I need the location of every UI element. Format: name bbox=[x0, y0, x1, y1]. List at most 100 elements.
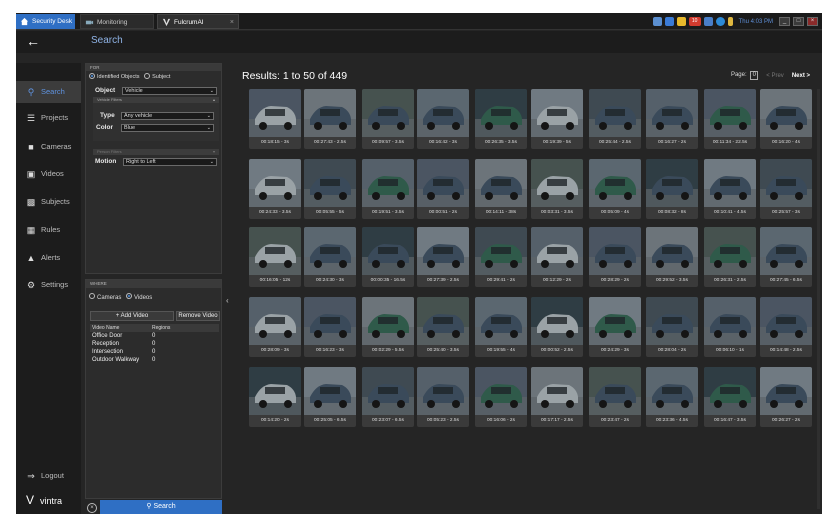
color-select[interactable]: Blue ⌄ bbox=[121, 124, 214, 132]
table-row[interactable]: Outdoor Walkway 0 bbox=[90, 356, 219, 364]
id-card-icon: ▩ bbox=[26, 197, 36, 207]
result-thumbnail[interactable]: 00:00:52 - 2.5s bbox=[531, 297, 583, 357]
object-select[interactable]: Vehicle ⌄ bbox=[122, 87, 217, 95]
sidebar-item-settings[interactable]: ⚙ Settings bbox=[16, 274, 81, 296]
result-thumbnail[interactable]: 00:23:07 - 6.5s bbox=[362, 367, 414, 427]
result-thumbnail[interactable]: 00:19:39 - 5s bbox=[531, 89, 583, 149]
result-thumbnail[interactable]: 00:16:42 - 3s bbox=[417, 89, 469, 149]
vehicle-image bbox=[531, 367, 583, 415]
thumbnail-caption: 00:08:32 - 8s bbox=[657, 210, 686, 215]
result-thumbnail[interactable]: 00:29:41 - 2s bbox=[475, 227, 527, 287]
result-thumbnail[interactable]: 00:25:40 - 3.5s bbox=[417, 297, 469, 357]
motion-select[interactable]: Right to Left ⌄ bbox=[123, 158, 217, 166]
result-thumbnail[interactable]: 00:11:34 - 22.5s bbox=[704, 89, 756, 149]
result-thumbnail[interactable]: 00:26:27 - 2s bbox=[760, 367, 812, 427]
table-row[interactable]: Office Door 0 bbox=[90, 332, 219, 340]
result-thumbnail[interactable]: 00:06:10 - 1s bbox=[704, 297, 756, 357]
result-thumbnail[interactable]: 00:25:57 - 3s bbox=[760, 159, 812, 219]
result-thumbnail[interactable]: 00:05:55 - 5s bbox=[304, 159, 356, 219]
back-arrow-icon[interactable]: ← bbox=[26, 33, 40, 49]
sidebar-item-rules[interactable]: ▦ Rules bbox=[16, 219, 81, 241]
close-icon[interactable]: × bbox=[230, 15, 234, 30]
logout-button[interactable]: ⇒ Logout bbox=[16, 465, 81, 487]
result-thumbnail[interactable]: 00:03:31 - 3.5s bbox=[531, 159, 583, 219]
result-thumbnail[interactable]: 00:08:32 - 8s bbox=[646, 159, 698, 219]
result-thumbnail[interactable]: 00:23:36 - 4.5s bbox=[646, 367, 698, 427]
result-thumbnail[interactable]: 00:14:11 - 38s bbox=[475, 159, 527, 219]
result-thumbnail[interactable]: 00:28:04 - 2s bbox=[646, 297, 698, 357]
remove-video-button[interactable]: Remove Video bbox=[176, 311, 220, 321]
result-thumbnail[interactable]: 00:16:05 - 12s bbox=[249, 227, 301, 287]
results-scrollbar[interactable] bbox=[817, 89, 820, 509]
result-thumbnail[interactable]: 00:02:29 - 5.5s bbox=[362, 297, 414, 357]
result-thumbnail[interactable]: 00:16:47 - 3.5s bbox=[704, 367, 756, 427]
prev-button[interactable]: < Prev bbox=[766, 73, 784, 79]
cameras-radio[interactable]: Cameras bbox=[89, 293, 121, 301]
sidebar-item-cameras[interactable]: ■ Cameras bbox=[16, 136, 81, 158]
monitor-icon[interactable] bbox=[652, 17, 662, 26]
result-thumbnail[interactable]: 00:05:09 - 4s bbox=[589, 159, 641, 219]
result-thumbnail[interactable]: 00:25:05 - 6.5s bbox=[304, 367, 356, 427]
result-thumbnail[interactable]: 00:18:15 - 3s bbox=[249, 89, 301, 149]
videos-radio[interactable]: Videos bbox=[126, 293, 152, 301]
result-thumbnail[interactable]: 00:29:52 - 3.5s bbox=[646, 227, 698, 287]
tab-fulcrumai[interactable]: FulcrumAI × bbox=[157, 14, 239, 29]
result-thumbnail[interactable]: 00:24:30 - 3s bbox=[304, 227, 356, 287]
next-button[interactable]: Next > bbox=[792, 73, 810, 79]
result-thumbnail[interactable]: 00:26:31 - 2.5s bbox=[704, 227, 756, 287]
clear-icon[interactable]: × bbox=[87, 503, 97, 513]
result-thumbnail[interactable]: 00:25:44 - 2.5s bbox=[589, 89, 641, 149]
object-row: Object Vehicle ⌄ bbox=[86, 83, 221, 97]
result-thumbnail[interactable]: 00:27:45 - 6.5s bbox=[760, 227, 812, 287]
result-thumbnail[interactable]: 00:27:39 - 2.5s bbox=[417, 227, 469, 287]
result-thumbnail[interactable]: 00:00:35 - 16.5s bbox=[362, 227, 414, 287]
table-row[interactable]: Intersection 0 bbox=[90, 348, 219, 356]
tab-security-desk[interactable]: Security Desk bbox=[16, 14, 75, 29]
sidebar-item-projects[interactable]: ☰ Projects bbox=[16, 107, 81, 129]
vehicle-image bbox=[531, 297, 583, 345]
result-thumbnail[interactable]: 00:23:47 - 2s bbox=[589, 367, 641, 427]
add-video-button[interactable]: + Add Video bbox=[90, 311, 174, 321]
tab-monitoring[interactable]: Monitoring bbox=[80, 14, 154, 29]
subject-radio[interactable]: Subject bbox=[144, 73, 170, 80]
network-icon[interactable] bbox=[664, 17, 674, 26]
minimize-icon[interactable]: _ bbox=[779, 17, 790, 26]
identified-objects-radio[interactable]: Identified Objects bbox=[89, 73, 140, 80]
result-thumbnail[interactable]: 00:16:23 - 3s bbox=[304, 297, 356, 357]
sidebar-item-subjects[interactable]: ▩ Subjects bbox=[16, 191, 81, 213]
sidebar-item-videos[interactable]: ▣ Videos bbox=[16, 163, 81, 185]
result-thumbnail[interactable]: 00:26:35 - 3.5s bbox=[475, 89, 527, 149]
result-thumbnail[interactable]: 00:14:48 - 2.5s bbox=[760, 297, 812, 357]
result-thumbnail[interactable]: 00:16:27 - 2s bbox=[646, 89, 698, 149]
result-thumbnail[interactable]: 00:24:33 - 3.5s bbox=[249, 159, 301, 219]
result-thumbnail[interactable]: 00:12:29 - 2s bbox=[531, 227, 583, 287]
maximize-icon[interactable]: □ bbox=[793, 17, 804, 26]
result-thumbnail[interactable]: 00:00:51 - 2s bbox=[417, 159, 469, 219]
table-row[interactable]: Reception 0 bbox=[90, 340, 219, 348]
result-thumbnail[interactable]: 00:05:23 - 2.5s bbox=[417, 367, 469, 427]
result-thumbnail[interactable]: 00:28:09 - 3s bbox=[249, 297, 301, 357]
result-thumbnail[interactable]: 00:16:06 - 2s bbox=[475, 367, 527, 427]
result-thumbnail[interactable]: 00:14:20 - 2s bbox=[249, 367, 301, 427]
search-button[interactable]: ⚲ Search bbox=[100, 500, 222, 514]
globe-icon[interactable] bbox=[715, 17, 725, 26]
sidebar-item-alerts[interactable]: ▲ Alerts bbox=[16, 247, 81, 269]
gear-icon: ⚙ bbox=[26, 280, 36, 290]
result-thumbnail[interactable]: 00:10:41 - 4.5s bbox=[704, 159, 756, 219]
result-thumbnail[interactable]: 00:17:17 - 2.5s bbox=[531, 367, 583, 427]
result-thumbnail[interactable]: 00:19:51 - 3.5s bbox=[362, 159, 414, 219]
page-input[interactable]: 0 bbox=[750, 71, 759, 80]
sidebar-item-search[interactable]: ⚲ Search bbox=[16, 81, 81, 103]
result-thumbnail[interactable]: 00:24:29 - 3s bbox=[589, 297, 641, 357]
type-select[interactable]: Any vehicle ⌄ bbox=[121, 112, 214, 120]
result-thumbnail[interactable]: 00:09:57 - 3.5s bbox=[362, 89, 414, 149]
alarm-badge[interactable]: 10 bbox=[688, 17, 701, 26]
result-thumbnail[interactable]: 00:19:55 - 4s bbox=[475, 297, 527, 357]
result-thumbnail[interactable]: 00:16:20 - 4s bbox=[760, 89, 812, 149]
notification-icon[interactable] bbox=[676, 17, 686, 26]
window-close-icon[interactable]: × bbox=[807, 17, 818, 26]
volume-icon[interactable] bbox=[703, 17, 713, 26]
result-thumbnail[interactable]: 00:27:43 - 2.5s bbox=[304, 89, 356, 149]
collapse-panel-icon[interactable]: ‹ bbox=[226, 296, 229, 305]
result-thumbnail[interactable]: 00:28:29 - 2s bbox=[589, 227, 641, 287]
